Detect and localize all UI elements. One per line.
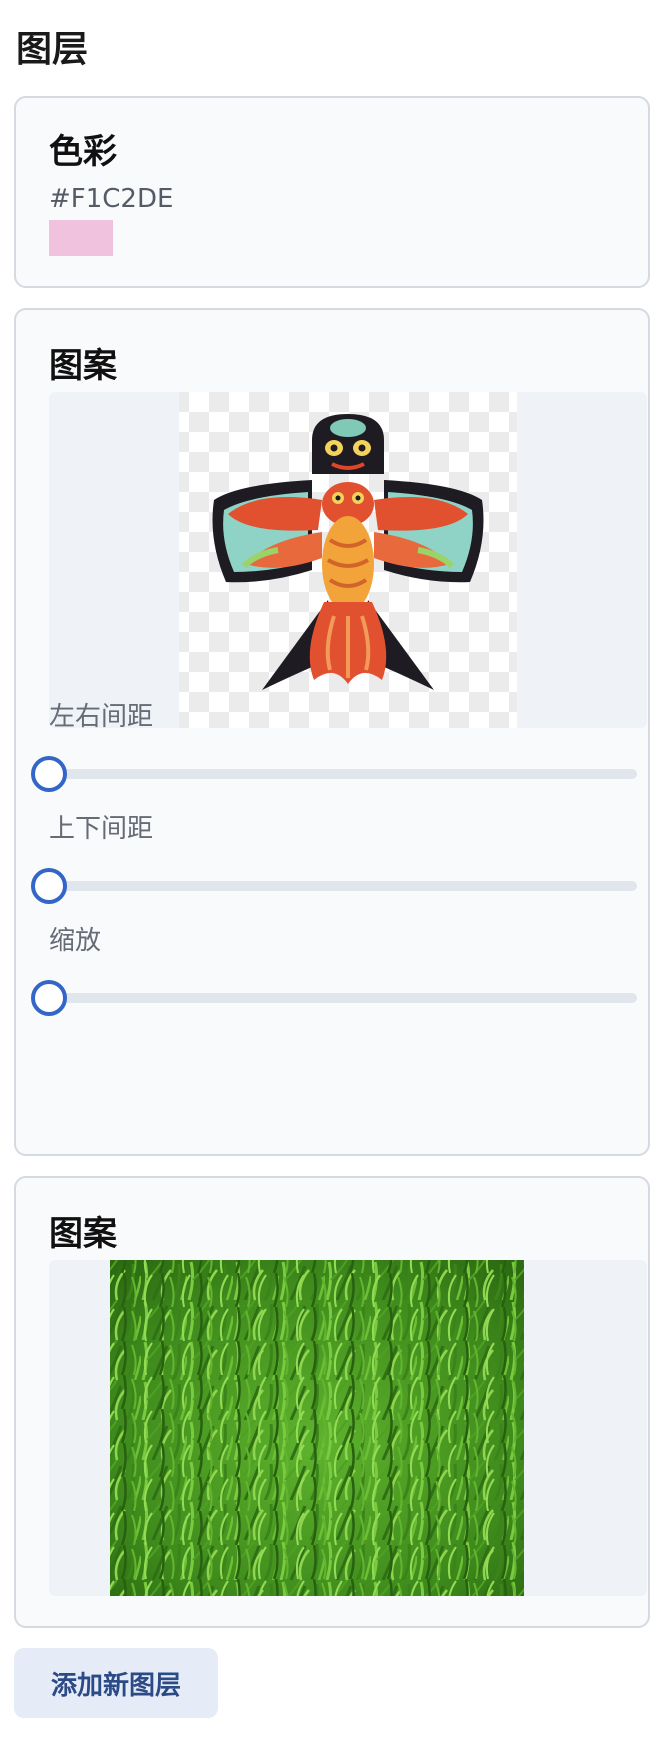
color-hex-value: #F1C2DE [49, 184, 174, 214]
pattern-preview[interactable] [49, 1260, 647, 1596]
page-title: 图层 [16, 29, 89, 70]
pattern-card-title: 图案 [49, 346, 117, 386]
horizontal-spacing-slider[interactable] [31, 756, 637, 792]
slider-thumb[interactable] [31, 868, 67, 904]
grass-texture-image [110, 1260, 524, 1596]
color-swatch[interactable] [49, 220, 113, 256]
slider-track[interactable] [49, 993, 637, 1003]
pattern-preview[interactable] [49, 392, 647, 728]
slider-track[interactable] [49, 881, 637, 891]
add-layer-button[interactable]: 添加新图层 [14, 1648, 218, 1718]
slider-track[interactable] [49, 769, 637, 779]
pattern-layer-card: 图案 [14, 1176, 650, 1628]
pattern-layer-card: 图案 [14, 308, 650, 1156]
color-card-title: 色彩 [49, 132, 117, 172]
slider-thumb[interactable] [31, 756, 67, 792]
vertical-spacing-slider[interactable] [31, 868, 637, 904]
vertical-spacing-label: 上下间距 [49, 814, 154, 844]
color-layer-card: 色彩 #F1C2DE [14, 96, 650, 288]
scale-label: 缩放 [49, 926, 102, 956]
horizontal-spacing-label: 左右间距 [49, 702, 154, 732]
swallow-kite-image [179, 392, 517, 728]
scale-slider[interactable] [31, 980, 637, 1016]
pattern-card-title: 图案 [49, 1214, 117, 1254]
slider-thumb[interactable] [31, 980, 67, 1016]
